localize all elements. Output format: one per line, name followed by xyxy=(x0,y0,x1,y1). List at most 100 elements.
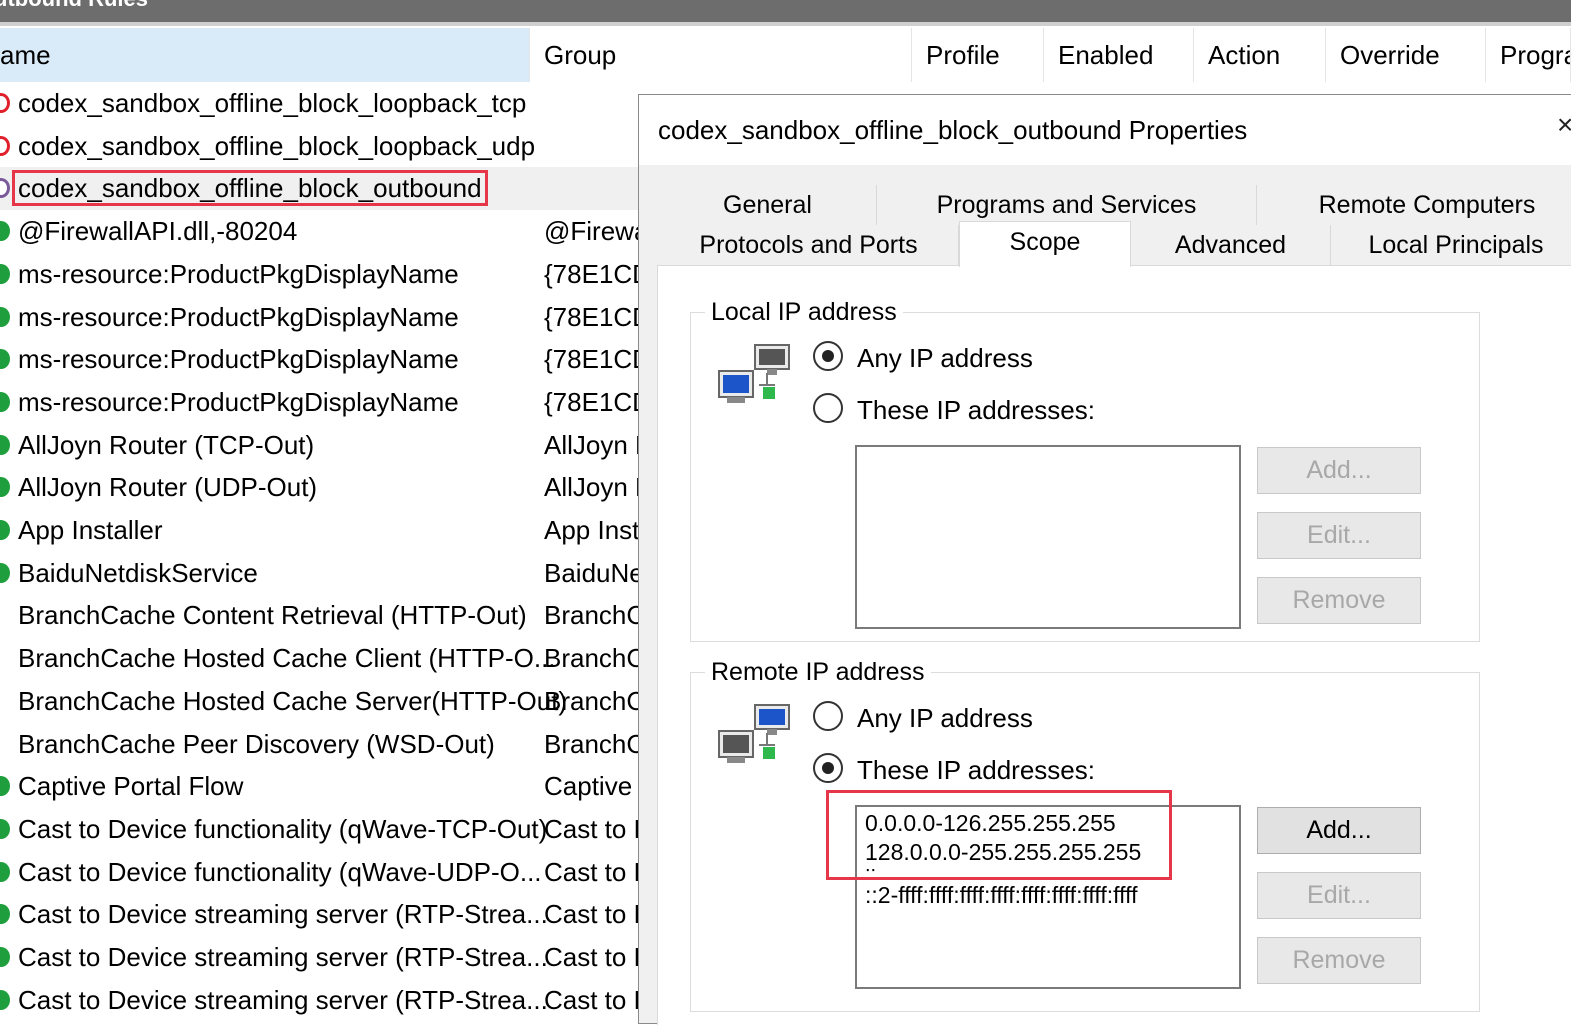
allow-rule-icon xyxy=(0,989,10,1010)
rule-group: @Firewa xyxy=(544,216,640,247)
local-ip-label: Local IP address xyxy=(705,296,903,328)
table-row[interactable]: Cast to Device functionality (qWave-UDP-… xyxy=(0,851,640,894)
allow-rule-icon xyxy=(0,520,10,540)
tab-local-principals[interactable]: Local Principals xyxy=(1331,225,1571,265)
remote-ip-label: Remote IP address xyxy=(705,656,931,688)
allow-rule-icon xyxy=(0,349,10,370)
table-row[interactable]: Cast to Device streaming server (RTP-Str… xyxy=(0,936,640,979)
table-row[interactable]: codex_sandbox_offline_block_loopback_tcp xyxy=(0,82,640,125)
block-rule-icon xyxy=(0,135,10,156)
rule-name: Cast to Device streaming server (RTP-Str… xyxy=(18,984,548,1015)
ip-address-entry[interactable]: 128.0.0.0-255.255.255.255 xyxy=(865,838,1239,867)
table-row[interactable]: BranchCache Hosted Cache Client (HTTP-O.… xyxy=(0,637,640,680)
ip-address-entry[interactable]: ::2-ffff:ffff:ffff:ffff:ffff:ffff:ffff:f… xyxy=(865,881,1239,910)
close-icon[interactable]: × xyxy=(1557,109,1571,141)
rule-group: Cast to D xyxy=(544,899,640,930)
rule-name: ms-resource:ProductPkgDisplayName xyxy=(18,386,459,417)
ip-address-entry[interactable]: :: xyxy=(865,864,1239,884)
tab-remote-computers[interactable]: Remote Computers xyxy=(1257,185,1571,225)
rule-group: BranchCa xyxy=(544,643,640,674)
rule-name: BranchCache Peer Discovery (WSD-Out) xyxy=(18,728,495,759)
rule-name: ms-resource:ProductPkgDisplayName xyxy=(18,258,459,289)
allow-rule-icon xyxy=(0,562,10,583)
column-header-group[interactable]: Group xyxy=(530,28,912,82)
rule-name: Captive Portal Flow xyxy=(18,771,244,802)
rule-name: BranchCache Content Retrieval (HTTP-Out) xyxy=(18,600,527,631)
scope-tab-panel: Local IP address Any IP address These IP… xyxy=(657,265,1571,1025)
rule-name: ms-resource:ProductPkgDisplayName xyxy=(18,344,459,375)
local-ip-groupbox: Local IP address Any IP address These IP… xyxy=(690,296,1480,642)
rule-group: App Inst xyxy=(544,515,640,545)
table-row[interactable]: App Installer App Inst xyxy=(0,509,640,552)
column-header-enabled[interactable]: Enabled xyxy=(1044,28,1194,82)
rule-name: Cast to Device streaming server (RTP-Str… xyxy=(18,899,548,930)
column-header-action[interactable]: Action xyxy=(1194,28,1326,82)
table-row[interactable]: Cast to Device functionality (qWave-TCP-… xyxy=(0,808,640,851)
rule-name: ms-resource:ProductPkgDisplayName xyxy=(18,301,459,332)
table-row[interactable]: codex_sandbox_offline_block_loopback_udp xyxy=(0,125,640,168)
table-row[interactable]: ms-resource:ProductPkgDisplayName {78E1CD xyxy=(0,296,640,339)
tab-protocols-and-ports[interactable]: Protocols and Ports xyxy=(659,225,959,265)
table-row[interactable]: BranchCache Content Retrieval (HTTP-Out)… xyxy=(0,594,640,637)
table-row[interactable]: AllJoyn Router (TCP-Out) AllJoyn R xyxy=(0,424,640,467)
rule-group: BranchCa xyxy=(544,685,640,716)
remote-add-button[interactable]: Add... xyxy=(1257,807,1421,854)
dialog-title: codex_sandbox_offline_block_outbound Pro… xyxy=(639,95,1571,165)
rule-name: @FirewallAPI.dll,-80204 xyxy=(18,216,298,247)
local-ip-address-list[interactable] xyxy=(855,445,1241,629)
rule-group: Cast to D xyxy=(544,942,640,972)
table-row[interactable]: ms-resource:ProductPkgDisplayName {78E1CD xyxy=(0,253,640,296)
local-edit-button[interactable]: Edit... xyxy=(1257,512,1421,559)
rule-name: Cast to Device functionality (qWave-TCP-… xyxy=(18,813,548,844)
rule-group: Cast to D xyxy=(544,813,640,844)
remote-edit-button[interactable]: Edit... xyxy=(1257,872,1421,919)
table-row[interactable]: Cast to Device streaming server (RTP-Str… xyxy=(0,979,640,1022)
radio-button-icon[interactable] xyxy=(813,701,843,731)
local-remove-button[interactable]: Remove xyxy=(1257,577,1421,624)
column-header-program[interactable]: Progra xyxy=(1486,28,1571,82)
table-row[interactable]: Captive Portal Flow Captive I xyxy=(0,765,640,808)
remote-any-ip-label: Any IP address xyxy=(857,703,1033,733)
rule-group: Cast to D xyxy=(544,984,640,1015)
table-row[interactable]: ms-resource:ProductPkgDisplayName {78E1CD xyxy=(0,381,640,424)
rule-group: {78E1CD xyxy=(544,258,640,289)
local-add-button[interactable]: Add... xyxy=(1257,447,1421,494)
allow-rule-icon xyxy=(0,477,10,498)
table-row[interactable]: codex_sandbox_offline_block_outbound xyxy=(0,167,640,211)
radio-button-icon[interactable] xyxy=(813,393,843,423)
rule-group: {78E1CD xyxy=(544,386,640,417)
table-row[interactable]: BaiduNetdiskService BaiduNe xyxy=(0,552,640,595)
remote-these-ip-label: These IP addresses: xyxy=(857,755,1095,785)
rule-name: BranchCache Hosted Cache Client (HTTP-O.… xyxy=(18,643,556,674)
radio-button-icon[interactable] xyxy=(813,341,843,371)
table-row[interactable]: @FirewallAPI.dll,-80204 @Firewa xyxy=(0,210,640,253)
table-row[interactable]: AllJoyn Router (UDP-Out) AllJoyn R xyxy=(0,466,640,509)
rule-group: BaiduNe xyxy=(544,557,640,588)
rule-name: codex_sandbox_offline_block_loopback_tcp xyxy=(18,88,527,118)
tab-general[interactable]: General xyxy=(659,185,877,225)
rule-group: AllJoyn R xyxy=(544,472,640,503)
allow-rule-icon xyxy=(0,776,10,797)
column-header-profile[interactable]: Profile xyxy=(912,28,1044,82)
tab-programs-and-services[interactable]: Programs and Services xyxy=(877,185,1257,225)
allow-rule-icon xyxy=(0,263,10,284)
tab-scope[interactable]: Scope xyxy=(959,221,1131,267)
tab-advanced[interactable]: Advanced xyxy=(1131,225,1331,265)
radio-button-icon[interactable] xyxy=(813,753,843,783)
ip-address-entry[interactable]: 0.0.0.0-126.255.255.255 xyxy=(865,809,1239,838)
rule-name: AllJoyn Router (UDP-Out) xyxy=(18,472,318,503)
radio-selected-dot xyxy=(822,350,834,362)
remote-ip-address-list[interactable]: 0.0.0.0-126.255.255.255 128.0.0.0-255.255… xyxy=(855,805,1241,989)
block-rule-icon xyxy=(0,178,10,199)
rule-name: BranchCache Hosted Cache Server(HTTP-Out… xyxy=(18,685,568,716)
table-row[interactable]: BranchCache Hosted Cache Server(HTTP-Out… xyxy=(0,680,640,723)
rule-group: Cast to D xyxy=(544,856,640,887)
table-row[interactable]: Cast to Device streaming server (RTP-Str… xyxy=(0,893,640,936)
local-any-ip-label: Any IP address xyxy=(857,343,1033,373)
rule-group: AllJoyn R xyxy=(544,429,640,460)
table-row[interactable]: BranchCache Peer Discovery (WSD-Out) Bran… xyxy=(0,723,640,766)
column-header-name[interactable]: ame xyxy=(0,28,530,82)
column-header-override[interactable]: Override xyxy=(1326,28,1486,82)
table-row[interactable]: ms-resource:ProductPkgDisplayName {78E1CD xyxy=(0,338,640,381)
remote-remove-button[interactable]: Remove xyxy=(1257,937,1421,984)
